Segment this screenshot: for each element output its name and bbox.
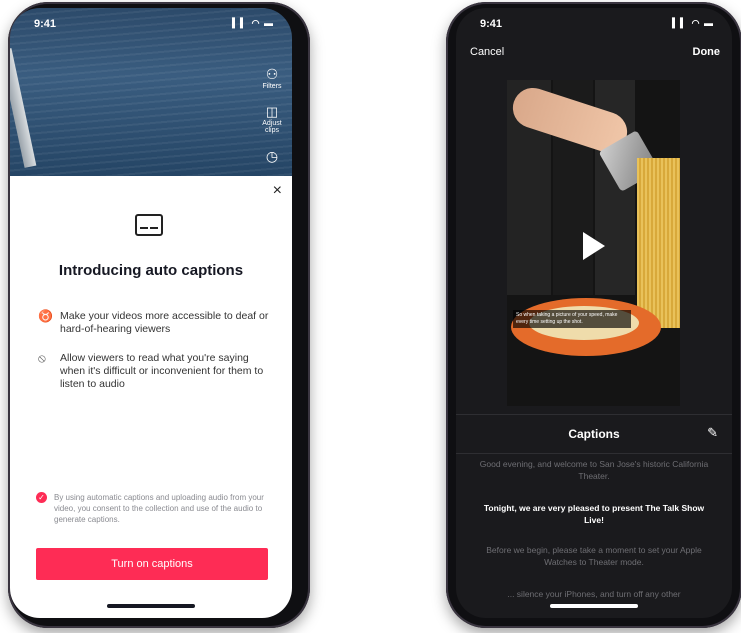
- status-bar: 9:41 ▍▍ ◠ ▬: [456, 8, 732, 36]
- consent-text: By using automatic captions and uploadin…: [54, 493, 264, 524]
- signal-wifi-battery-icon: ▍▍ ◠ ▬: [672, 18, 714, 28]
- adjust-clips-label: Adjust clips: [262, 120, 282, 134]
- signal-wifi-battery-icon: ▍▍ ◠ ▬: [232, 18, 274, 28]
- home-indicator[interactable]: [107, 604, 195, 608]
- done-button[interactable]: Done: [693, 46, 721, 58]
- timer-icon: ◷: [265, 148, 279, 164]
- feature-accessibility: ♉ Make your videos more accessible to de…: [38, 310, 270, 336]
- turn-on-captions-button[interactable]: Turn on captions: [36, 548, 268, 580]
- captions-icon: [135, 214, 163, 236]
- feature-read-captions: ⦸ Allow viewers to read what you're sayi…: [38, 352, 270, 391]
- adjust-clips-tool[interactable]: ◫ Adjust clips: [258, 104, 286, 134]
- mute-icon: ⦸: [38, 351, 46, 365]
- side-toolbar: ⚇ Filters ◫ Adjust clips ◷: [258, 66, 286, 179]
- consent-row[interactable]: ✓ By using automatic captions and upload…: [36, 492, 276, 525]
- feature-text: Allow viewers to read what you're saying…: [60, 352, 264, 390]
- sheet-title: Introducing auto captions: [58, 262, 244, 279]
- auto-captions-sheet: × Introducing auto captions ♉ Make your …: [10, 176, 292, 618]
- top-bar: Cancel Done: [456, 46, 732, 66]
- video-preview[interactable]: So when taking a picture of your speed, …: [507, 80, 680, 406]
- filters-label: Filters: [262, 83, 282, 90]
- ear-icon: ♉: [38, 309, 53, 323]
- close-icon[interactable]: ×: [273, 182, 282, 200]
- status-time: 9:41: [480, 18, 503, 30]
- captions-header: Captions ✎: [456, 414, 732, 454]
- caption-line[interactable]: Before we begin, please take a moment to…: [476, 544, 712, 568]
- caption-line-active[interactable]: Tonight, we are very pleased to present …: [476, 502, 712, 526]
- cancel-button[interactable]: Cancel: [470, 46, 504, 58]
- left-phone-screen: 9:41 ▍▍ ◠ ▬ ⚇ Filters ◫ Adjust clips ◷ ×…: [10, 8, 292, 618]
- home-indicator[interactable]: [550, 604, 638, 608]
- timer-tool[interactable]: ◷: [258, 148, 286, 165]
- video-caption-overlay: So when taking a picture of your speed, …: [513, 310, 631, 328]
- status-time: 9:41: [34, 18, 57, 30]
- feature-text: Make your videos more accessible to deaf…: [60, 310, 269, 335]
- right-phone-screen: 9:41 ▍▍ ◠ ▬ Cancel Done So when taking a…: [456, 8, 732, 618]
- boat-mast: [10, 48, 37, 168]
- adjust-clips-icon: ◫: [265, 104, 279, 119]
- caption-line[interactable]: Good evening, and welcome to San Jose's …: [476, 458, 712, 482]
- caption-line[interactable]: ... silence your iPhones, and turn off a…: [476, 588, 712, 600]
- captions-label: Captions: [568, 427, 620, 441]
- checkmark-icon[interactable]: ✓: [36, 492, 47, 503]
- spaghetti-jar: [637, 158, 680, 328]
- play-icon[interactable]: [583, 232, 605, 260]
- edit-pencil-icon[interactable]: ✎: [707, 425, 718, 441]
- status-bar: 9:41 ▍▍ ◠ ▬: [10, 8, 292, 36]
- filters-tool[interactable]: ⚇ Filters: [258, 66, 286, 90]
- filters-icon: ⚇: [265, 66, 279, 82]
